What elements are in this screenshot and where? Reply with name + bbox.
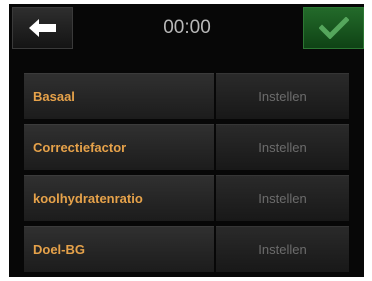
set-button-correctiefactor[interactable]: Instellen bbox=[216, 124, 349, 170]
set-button-koolhydratenratio[interactable]: Instellen bbox=[216, 175, 349, 221]
setting-label: koolhydratenratio bbox=[24, 175, 214, 221]
settings-row-doel-bg: Doel-BG Instellen bbox=[24, 226, 349, 272]
back-button[interactable] bbox=[12, 7, 73, 49]
set-button-doel-bg[interactable]: Instellen bbox=[216, 226, 349, 272]
confirm-button[interactable] bbox=[303, 7, 364, 49]
setting-label: Correctiefactor bbox=[24, 124, 214, 170]
settings-row-koolhydratenratio: koolhydratenratio Instellen bbox=[24, 175, 349, 221]
arrow-left-icon bbox=[28, 19, 56, 37]
time-display: 00:00 bbox=[163, 17, 211, 38]
settings-row-correctiefactor: Correctiefactor Instellen bbox=[24, 124, 349, 170]
setting-label: Basaal bbox=[24, 73, 214, 119]
checkmark-icon bbox=[318, 17, 349, 39]
top-bar: 00:00 bbox=[9, 4, 364, 52]
pump-screen: 00:00 Basaal Instellen Correctiefactor I… bbox=[9, 4, 364, 277]
settings-row-basaal: Basaal Instellen bbox=[24, 73, 349, 119]
set-button-basaal[interactable]: Instellen bbox=[216, 73, 349, 119]
setting-label: Doel-BG bbox=[24, 226, 214, 272]
